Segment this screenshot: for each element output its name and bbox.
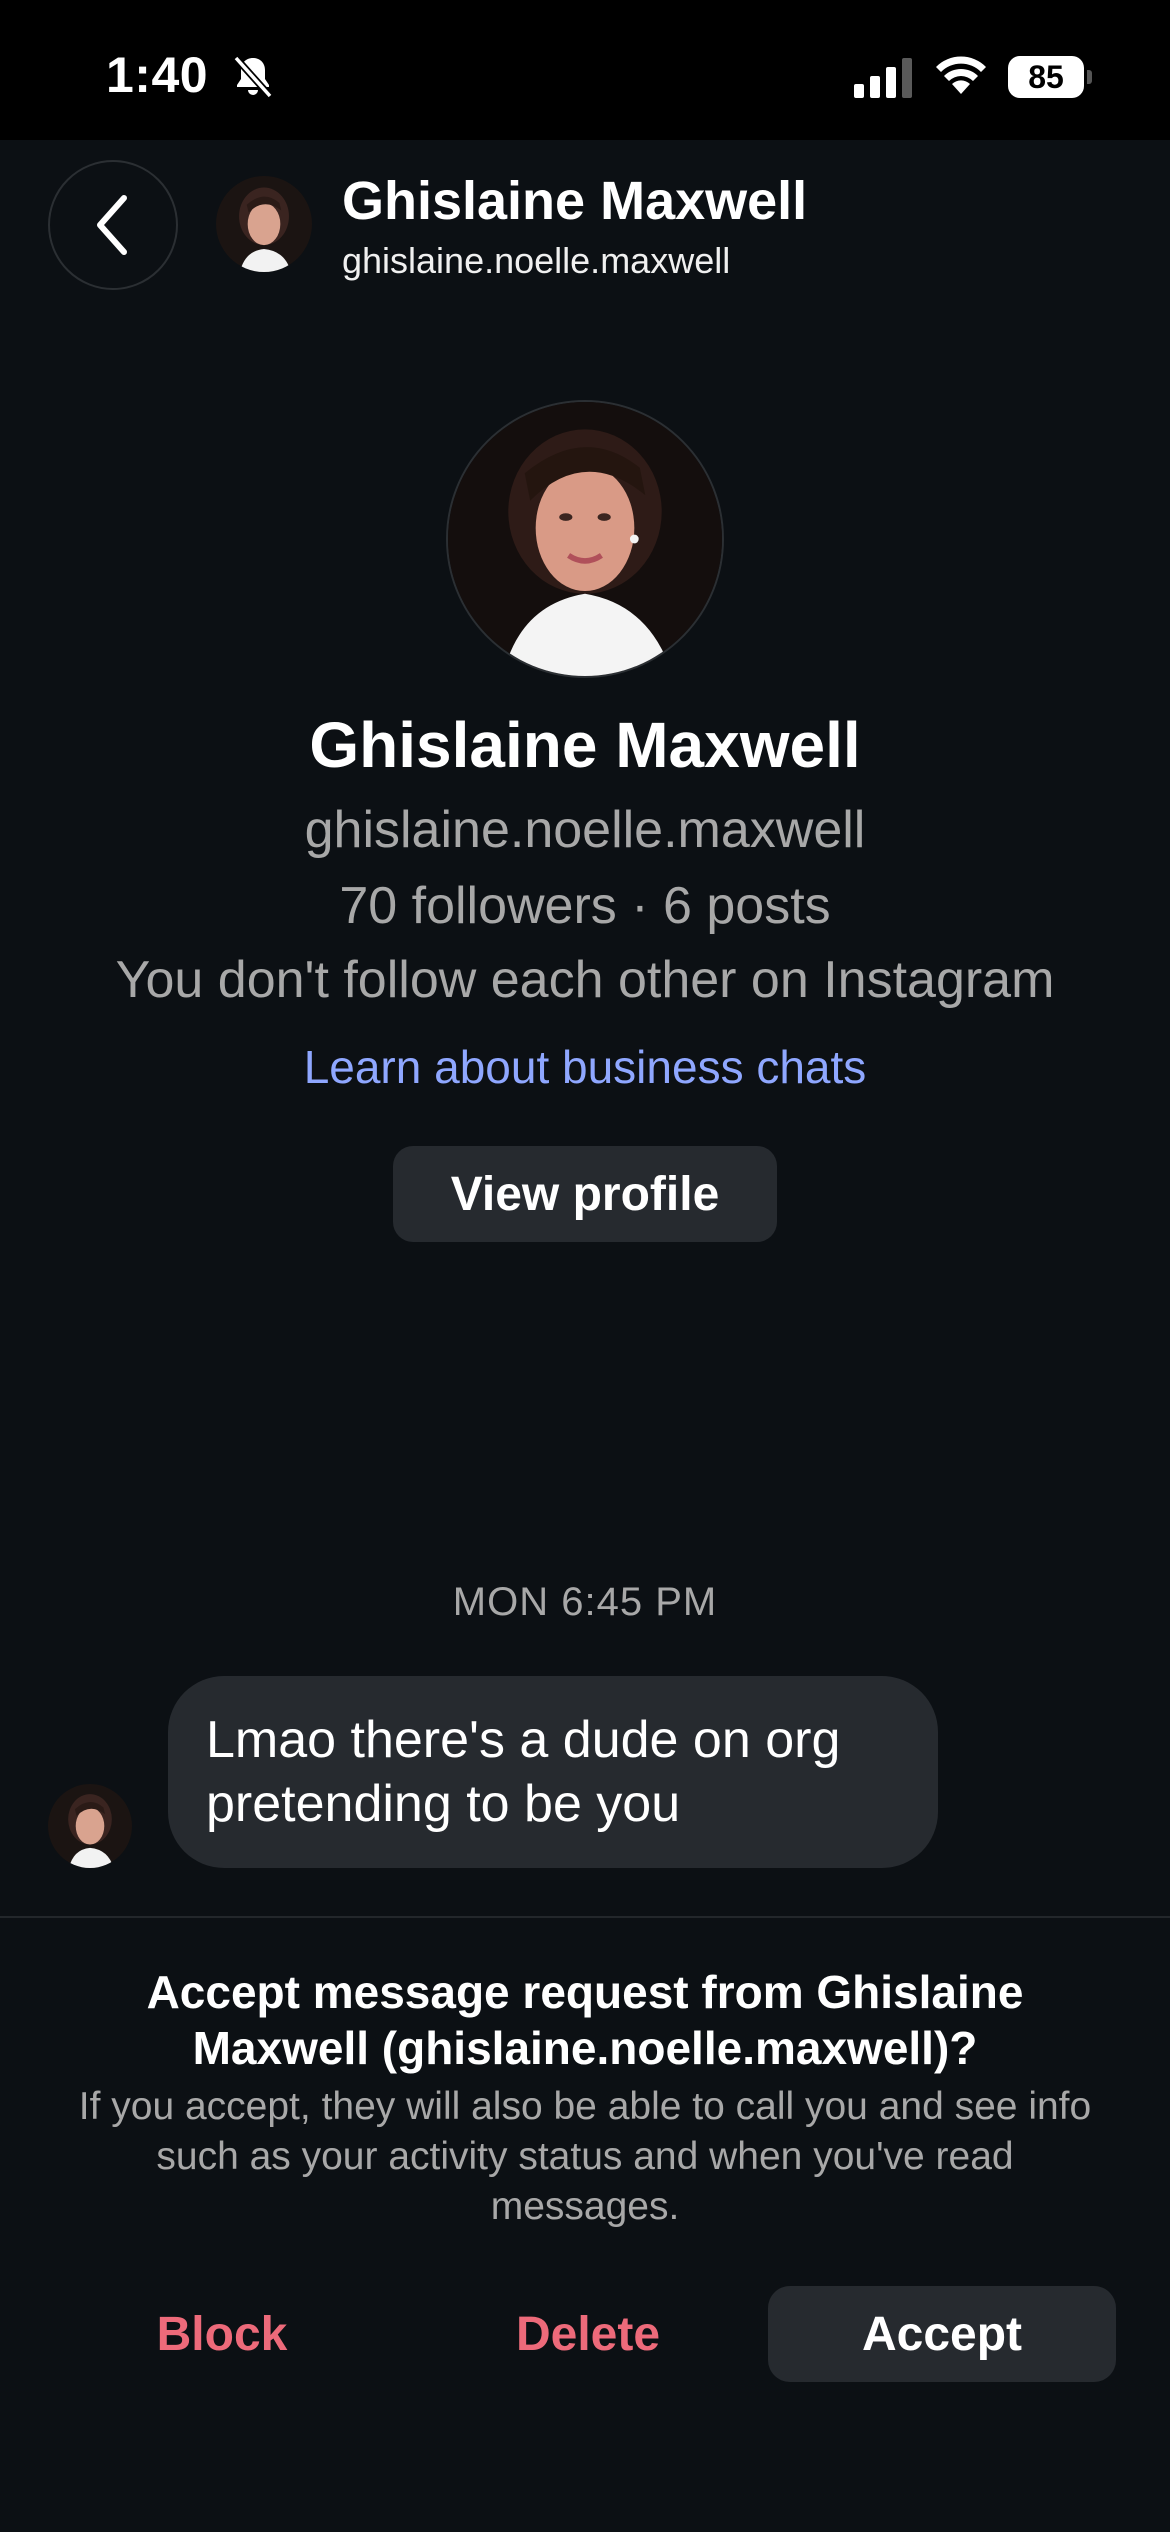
header-avatar[interactable] bbox=[216, 176, 312, 272]
status-bar: 1:40 85 bbox=[0, 0, 1170, 140]
signal-icon bbox=[854, 58, 912, 98]
battery-tip bbox=[1087, 70, 1092, 84]
wifi-icon bbox=[936, 56, 986, 94]
divider bbox=[0, 1916, 1170, 1918]
header-name[interactable]: Ghislaine Maxwell bbox=[342, 170, 807, 232]
status-time: 1:40 bbox=[106, 47, 209, 103]
request-title: Accept message request from Ghislaine Ma… bbox=[146, 1966, 1024, 2074]
message-timestamp: MON 6:45 PM bbox=[452, 1580, 718, 1624]
business-chats-link[interactable]: Learn about business chats bbox=[0, 1040, 1170, 1094]
message-bubble[interactable]: Lmao there's a dude on org pretending to… bbox=[168, 1676, 938, 1868]
back-button[interactable] bbox=[48, 160, 178, 290]
chevron-left-icon bbox=[97, 195, 127, 255]
dm-request-screen: 1:40 85 Ghislaine Maxwell ghislaine.noel… bbox=[0, 0, 1170, 2532]
request-description: If you accept, they will also be able to… bbox=[78, 2085, 1092, 2228]
home-area bbox=[0, 2468, 1170, 2532]
header-username[interactable]: ghislaine.noelle.maxwell bbox=[342, 240, 730, 282]
delete-button[interactable]: Delete bbox=[446, 2286, 730, 2382]
profile-username: ghislaine.noelle.maxwell bbox=[304, 801, 866, 859]
view-profile-button[interactable]: View profile bbox=[393, 1146, 777, 1242]
profile-stats: 70 followers · 6 posts bbox=[339, 877, 831, 935]
battery-level: 85 bbox=[1008, 56, 1084, 98]
follow-status-text: You don't follow each other on Instagram bbox=[115, 951, 1055, 1009]
accept-button[interactable]: Accept bbox=[768, 2286, 1116, 2382]
profile-avatar[interactable] bbox=[446, 400, 724, 678]
profile-name: Ghislaine Maxwell bbox=[309, 709, 861, 781]
chat-header: Ghislaine Maxwell ghislaine.noelle.maxwe… bbox=[0, 140, 1170, 330]
block-button[interactable]: Block bbox=[80, 2286, 364, 2382]
battery-icon: 85 bbox=[1008, 56, 1092, 98]
sender-avatar[interactable] bbox=[48, 1784, 132, 1868]
bell-slash-icon bbox=[233, 55, 273, 99]
